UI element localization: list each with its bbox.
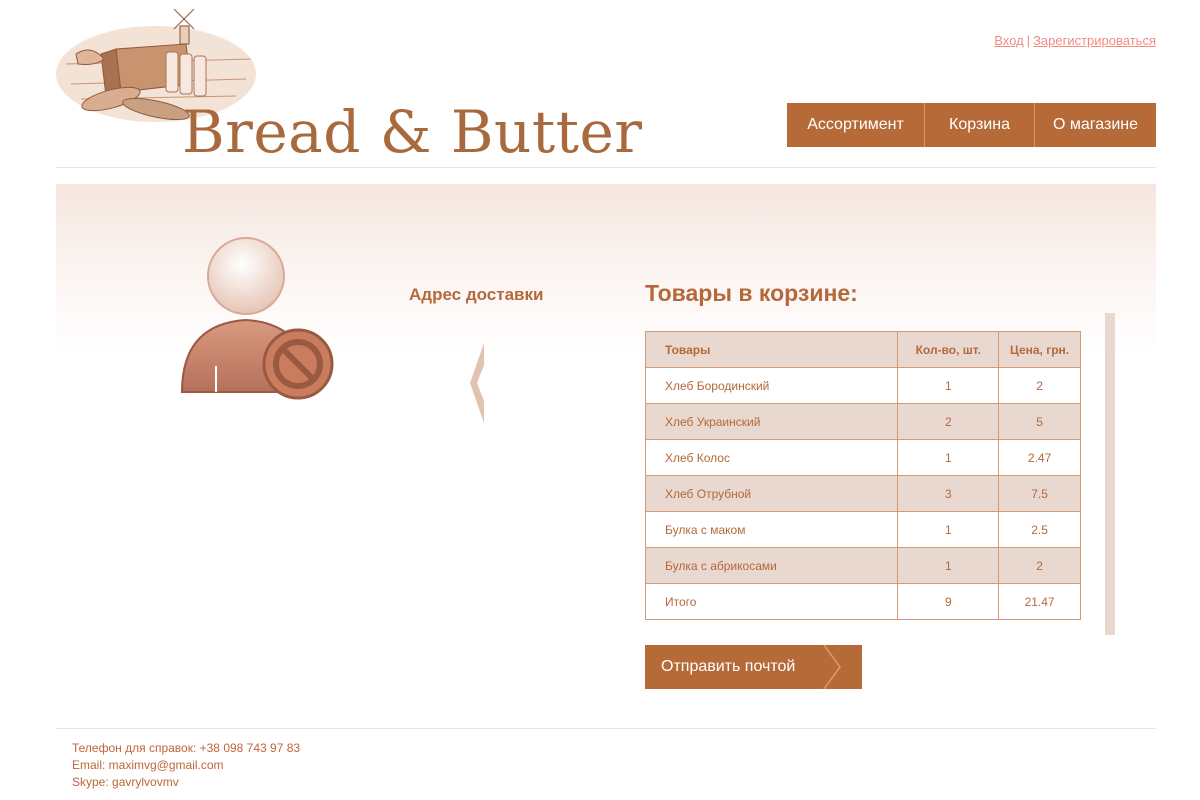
- cell-price: 7.5: [998, 475, 1081, 512]
- footer-phone: Телефон для справок: +38 098 743 97 83: [72, 741, 301, 755]
- nav-item-about[interactable]: О магазине: [1034, 103, 1156, 147]
- chevron-right-icon: [823, 645, 841, 689]
- cell-total-price: 21.47: [998, 583, 1081, 620]
- cell-price: 5: [998, 403, 1081, 440]
- cart-scrollbar[interactable]: [1105, 313, 1115, 635]
- brand-title: Bread & Butter: [182, 98, 643, 166]
- user-blocked-icon: [180, 237, 334, 400]
- cell-product-name: Хлеб Украинский: [644, 403, 899, 440]
- cell-product-name: Хлеб Отрубной: [644, 475, 899, 512]
- footer-email: Email: maximvg@gmail.com: [72, 758, 224, 772]
- cart-title: Товары в корзине:: [645, 280, 858, 306]
- cell-quantity: 1: [897, 547, 1000, 584]
- column-header-products: Товары: [644, 331, 899, 368]
- nav-item-cart[interactable]: Корзина: [924, 103, 1034, 147]
- total-row: Итого 9 21.47: [644, 583, 1081, 620]
- cell-quantity: 1: [897, 439, 1000, 476]
- send-button-label: Отправить почтой: [661, 658, 796, 675]
- cell-quantity: 1: [897, 367, 1000, 404]
- cell-product-name: Булка с абрикосами: [644, 547, 899, 584]
- table-row: Хлеб Украинский 2 5: [644, 403, 1081, 440]
- send-by-email-button[interactable]: Отправить почтой: [645, 645, 862, 689]
- cell-price: 2: [998, 547, 1081, 584]
- chevron-left-icon[interactable]: [466, 343, 484, 423]
- cell-price: 2: [998, 367, 1081, 404]
- footer-divider: [56, 728, 1156, 729]
- cell-total-quantity: 9: [897, 583, 1000, 620]
- table-row: Булка с маком 1 2.5: [644, 511, 1081, 548]
- address-title: Адрес доставки: [409, 285, 544, 304]
- column-header-quantity: Кол-во, шт.: [897, 331, 1000, 368]
- cell-price: 2.5: [998, 511, 1081, 548]
- cell-quantity: 3: [897, 475, 1000, 512]
- auth-links: Вход | Зарегистрироваться: [994, 33, 1156, 48]
- cell-quantity: 2: [897, 403, 1000, 440]
- register-link[interactable]: Зарегистрироваться: [1033, 33, 1156, 48]
- cell-price: 2.47: [998, 439, 1081, 476]
- cell-product-name: Булка с маком: [644, 511, 899, 548]
- auth-separator: |: [1026, 33, 1031, 48]
- cell-product-name: Хлеб Бородинский: [644, 367, 899, 404]
- table-row: Хлеб Отрубной 3 7.5: [644, 475, 1081, 512]
- table-row: Хлеб Бородинский 1 2: [644, 367, 1081, 404]
- nav-item-assortment[interactable]: Ассортимент: [787, 103, 924, 147]
- main-nav: Ассортимент Корзина О магазине: [787, 103, 1156, 147]
- cell-total-label: Итого: [644, 583, 899, 620]
- header: Bread & Butter Вход | Зарегистрироваться А…: [56, 0, 1156, 168]
- footer-skype: Skype: gavrylvovmv: [72, 775, 179, 789]
- login-link[interactable]: Вход: [994, 33, 1023, 48]
- table-header-row: Товары Кол-во, шт. Цена, грн.: [644, 331, 1081, 368]
- table-row: Хлеб Колос 1 2.47: [644, 439, 1081, 476]
- cell-product-name: Хлеб Колос: [644, 439, 899, 476]
- footer-contacts: Телефон для справок: +38 098 743 97 83 E…: [72, 740, 300, 791]
- cart-table: Товары Кол-во, шт. Цена, грн. Хлеб Бород…: [644, 331, 1081, 620]
- column-header-price: Цена, грн.: [998, 331, 1081, 368]
- cell-quantity: 1: [897, 511, 1000, 548]
- table-row: Булка с абрикосами 1 2: [644, 547, 1081, 584]
